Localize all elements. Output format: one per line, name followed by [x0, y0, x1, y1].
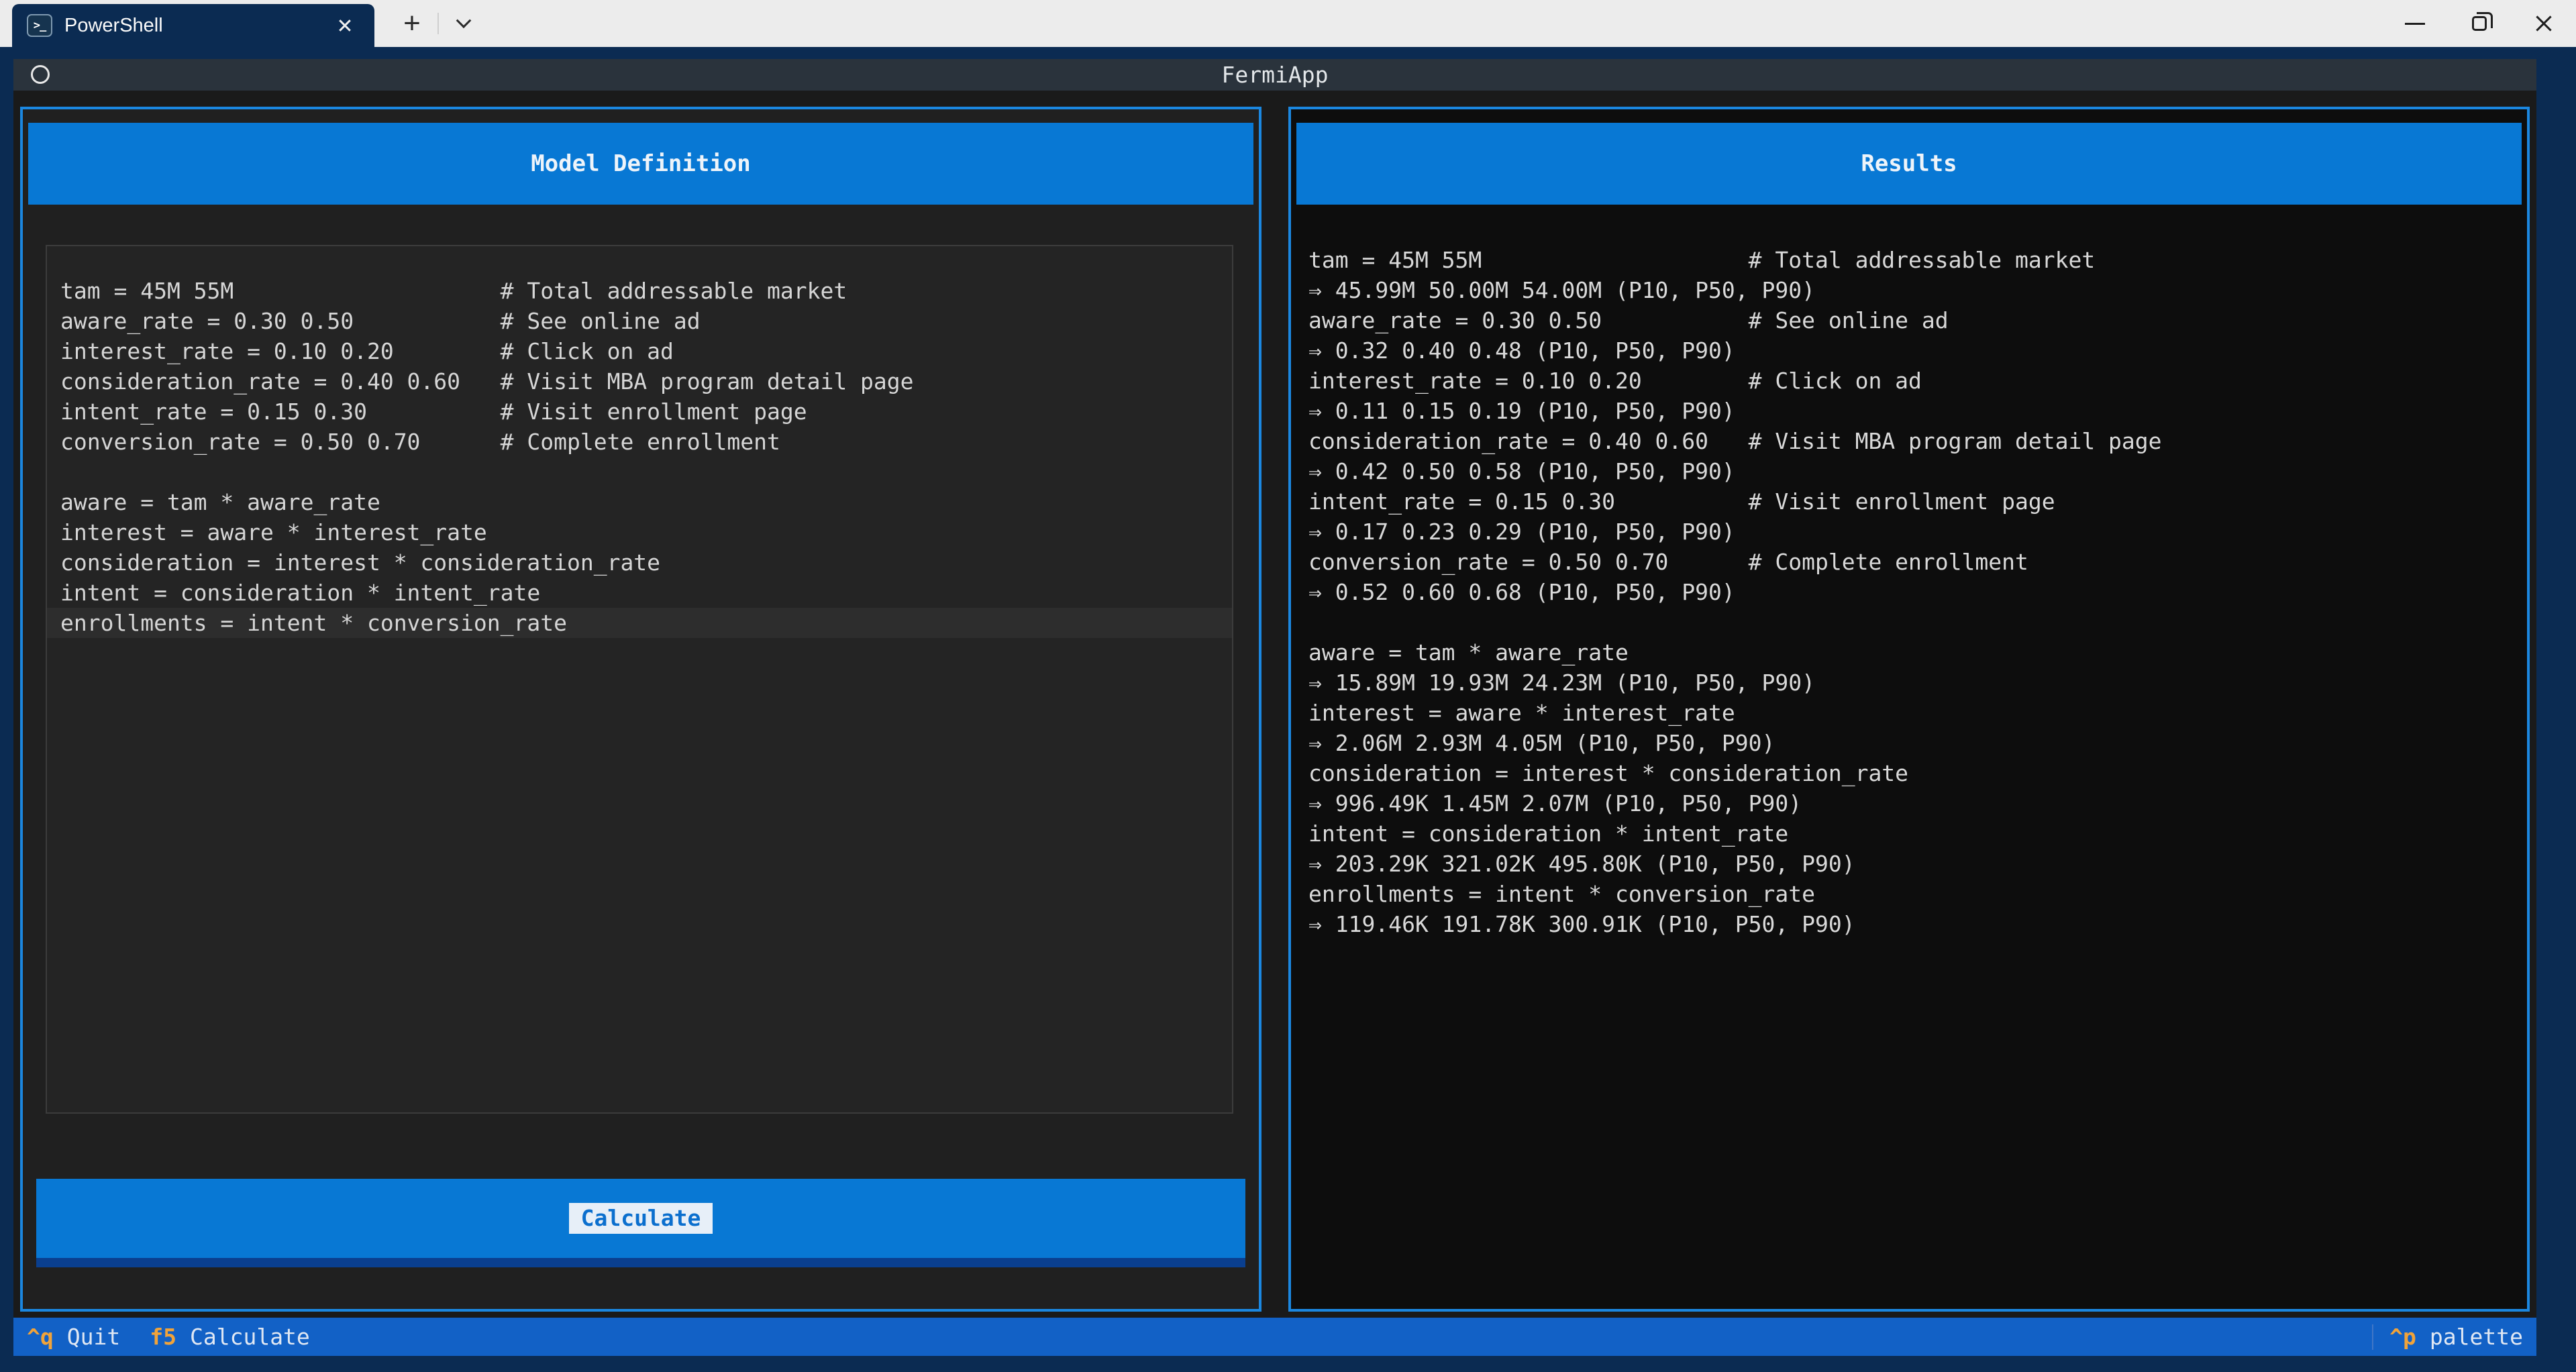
footer-key-quit-label: Quit [67, 1324, 120, 1350]
result-line: aware_rate = 0.30 0.50 # See online ad [1308, 305, 2527, 335]
status-bar-divider [2372, 1324, 2373, 1350]
minimize-icon [2405, 23, 2425, 25]
result-line: ⇒ 996.49K 1.45M 2.07M (P10, P50, P90) [1308, 788, 2527, 819]
powershell-icon: >_ [27, 14, 52, 37]
results-header: Results [1296, 123, 2522, 205]
editor-line[interactable]: intent_rate = 0.15 0.30 # Visit enrollme… [47, 397, 1232, 427]
calculate-button[interactable]: Calculate [36, 1179, 1245, 1267]
close-icon [2534, 13, 2554, 34]
result-line: interest_rate = 0.10 0.20 # Click on ad [1308, 366, 2527, 396]
footer-key-quit[interactable]: ^q Quit [27, 1324, 120, 1350]
tab-title: PowerShell [64, 15, 163, 37]
result-line: ⇒ 45.99M 50.00M 54.00M (P10, P50, P90) [1308, 275, 2527, 305]
editor-line[interactable]: enrollments = intent * conversion_rate [47, 608, 1232, 638]
terminal-content: FermiApp Model Definition tam = 45M 55M … [13, 59, 2536, 1356]
status-bar-right: ^p palette [2372, 1324, 2523, 1350]
editor-line[interactable]: consideration_rate = 0.40 0.60 # Visit M… [47, 366, 1232, 397]
window-controls [2383, 0, 2576, 47]
close-button[interactable] [2512, 0, 2576, 47]
result-line: aware = tam * aware_rate [1308, 637, 2527, 668]
model-definition-title: Model Definition [531, 150, 751, 177]
footer-key-calculate-binding: f5 [150, 1324, 176, 1350]
result-line: ⇒ 203.29K 321.02K 495.80K (P10, P50, P90… [1308, 849, 2527, 879]
editor-line[interactable]: conversion_rate = 0.50 0.70 # Complete e… [47, 427, 1232, 457]
tab-dropdown-button[interactable] [446, 8, 482, 39]
editor-line[interactable]: aware_rate = 0.30 0.50 # See online ad [47, 306, 1232, 336]
result-line: ⇒ 0.42 0.50 0.58 (P10, P50, P90) [1308, 456, 2527, 486]
result-line: intent = consideration * intent_rate [1308, 819, 2527, 849]
results-output: tam = 45M 55M # Total addressable market… [1291, 205, 2527, 1309]
circle-icon[interactable] [31, 65, 50, 84]
close-icon [338, 18, 352, 33]
results-title: Results [1861, 150, 1957, 177]
footer-key-palette-label: palette [2430, 1324, 2523, 1350]
model-definition-panel: Model Definition tam = 45M 55M # Total a… [20, 107, 1261, 1312]
editor-line[interactable]: interest_rate = 0.10 0.20 # Click on ad [47, 336, 1232, 366]
editor-line[interactable] [47, 457, 1232, 487]
model-editor[interactable]: tam = 45M 55M # Total addressable market… [46, 245, 1233, 1114]
result-line: consideration = interest * consideration… [1308, 758, 2527, 788]
status-bar: ^q Quit f5 Calculate ^p palette [13, 1318, 2536, 1356]
result-line: consideration_rate = 0.40 0.60 # Visit M… [1308, 426, 2527, 456]
window: { "window": { "tab_bar": { "active_tab":… [0, 0, 2576, 1372]
editor-line[interactable]: aware = tam * aware_rate [47, 487, 1232, 517]
minimize-button[interactable] [2383, 0, 2447, 47]
new-tab-button[interactable]: + [393, 8, 431, 39]
chevron-down-icon [456, 13, 472, 28]
result-line: ⇒ 15.89M 19.93M 24.23M (P10, P50, P90) [1308, 668, 2527, 698]
tab-bar: >_ PowerShell + [0, 0, 2576, 47]
result-line: enrollments = intent * conversion_rate [1308, 879, 2527, 909]
footer-key-palette[interactable]: ^p palette [2389, 1324, 2523, 1350]
result-line: intent_rate = 0.15 0.30 # Visit enrollme… [1308, 486, 2527, 517]
results-panel: Results tam = 45M 55M # Total addressabl… [1288, 107, 2530, 1312]
app-header: FermiApp [13, 59, 2536, 91]
result-line: ⇒ 0.52 0.60 0.68 (P10, P50, P90) [1308, 577, 2527, 607]
footer-key-palette-binding: ^p [2389, 1324, 2416, 1350]
result-line: ⇒ 0.11 0.15 0.19 (P10, P50, P90) [1308, 396, 2527, 426]
result-line: tam = 45M 55M # Total addressable market [1308, 245, 2527, 275]
calculate-button-label: Calculate [569, 1203, 713, 1234]
app-title: FermiApp [1222, 62, 1329, 88]
plus-icon: + [403, 7, 421, 40]
restore-icon [2472, 16, 2487, 31]
tab-close-button[interactable] [330, 11, 360, 40]
result-line: conversion_rate = 0.50 0.70 # Complete e… [1308, 547, 2527, 577]
result-line: ⇒ 0.32 0.40 0.48 (P10, P50, P90) [1308, 335, 2527, 366]
editor-line[interactable]: interest = aware * interest_rate [47, 517, 1232, 547]
result-line [1308, 607, 2527, 637]
footer-key-quit-binding: ^q [27, 1324, 54, 1350]
result-line: ⇒ 119.46K 191.78K 300.91K (P10, P50, P90… [1308, 909, 2527, 939]
tab-powershell[interactable]: >_ PowerShell [12, 4, 374, 47]
footer-key-calculate[interactable]: f5 Calculate [150, 1324, 310, 1350]
model-definition-header: Model Definition [28, 123, 1253, 205]
result-line: interest = aware * interest_rate [1308, 698, 2527, 728]
editor-line[interactable]: tam = 45M 55M # Total addressable market [47, 276, 1232, 306]
restore-button[interactable] [2447, 0, 2512, 47]
tab-bar-divider [437, 13, 439, 34]
result-line: ⇒ 0.17 0.23 0.29 (P10, P50, P90) [1308, 517, 2527, 547]
result-line: ⇒ 2.06M 2.93M 4.05M (P10, P50, P90) [1308, 728, 2527, 758]
footer-key-calculate-label: Calculate [190, 1324, 310, 1350]
editor-line[interactable]: consideration = interest * consideration… [47, 547, 1232, 578]
editor-line[interactable]: intent = consideration * intent_rate [47, 578, 1232, 608]
